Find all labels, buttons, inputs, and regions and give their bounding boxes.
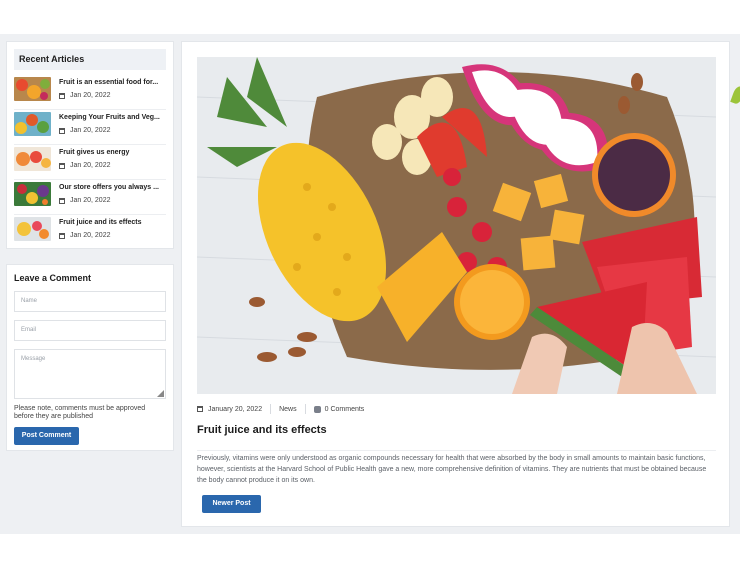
post-hero-image bbox=[197, 57, 716, 394]
calendar-icon bbox=[59, 162, 65, 169]
resize-handle-icon[interactable] bbox=[157, 390, 164, 397]
post-card: January 20, 2022 News 0 Comments Fruit j… bbox=[181, 41, 730, 527]
calendar-icon bbox=[59, 92, 65, 99]
post-date: January 20, 2022 bbox=[208, 405, 263, 413]
fruit-platter-illustration bbox=[197, 57, 716, 394]
calendar-icon bbox=[59, 197, 65, 204]
post-meta: January 20, 2022 News 0 Comments bbox=[197, 404, 364, 414]
comment-icon bbox=[313, 405, 321, 413]
post-title: Fruit juice and its effects bbox=[197, 424, 327, 436]
recent-article-item[interactable]: Fruit is an essential food for... Jan 20… bbox=[14, 75, 166, 110]
recent-article-item[interactable]: Fruit gives us energy Jan 20, 2022 bbox=[14, 145, 166, 180]
recent-article-item[interactable]: Our store offers you always ... Jan 20, … bbox=[14, 180, 166, 215]
recent-article-date: Jan 20, 2022 bbox=[59, 161, 166, 170]
calendar-icon bbox=[59, 127, 65, 134]
comment-form-widget: Leave a Comment Name Email Message Pleas… bbox=[6, 264, 174, 451]
email-field[interactable]: Email bbox=[14, 320, 166, 341]
recent-article-date: Jan 20, 2022 bbox=[59, 231, 166, 240]
bottom-band bbox=[0, 534, 740, 570]
post-category[interactable]: News bbox=[279, 406, 297, 413]
meta-divider bbox=[270, 404, 272, 414]
recent-article-item[interactable]: Fruit juice and its effects Jan 20, 2022 bbox=[14, 215, 166, 250]
recent-articles-list: Fruit is an essential food for... Jan 20… bbox=[14, 75, 166, 250]
recent-article-item[interactable]: Keeping Your Fruits and Veg... Jan 20, 2… bbox=[14, 110, 166, 145]
article-thumbnail[interactable] bbox=[14, 182, 51, 206]
article-thumbnail[interactable] bbox=[14, 112, 51, 136]
article-thumbnail[interactable] bbox=[14, 147, 51, 171]
post-comments-count[interactable]: 0 Comments bbox=[325, 406, 365, 413]
newer-post-button[interactable]: Newer Post bbox=[202, 495, 261, 513]
calendar-icon bbox=[197, 406, 203, 412]
post-body: Previously, vitamins were only understoo… bbox=[197, 450, 716, 486]
recent-articles-widget: Recent Articles Fruit is an essential fo… bbox=[6, 41, 174, 249]
post-comment-button[interactable]: Post Comment bbox=[14, 427, 79, 445]
article-thumbnail[interactable] bbox=[14, 77, 51, 101]
recent-article-date: Jan 20, 2022 bbox=[59, 196, 166, 205]
recent-article-date: Jan 20, 2022 bbox=[59, 91, 166, 100]
message-placeholder: Message bbox=[21, 356, 46, 362]
recent-article-title[interactable]: Keeping Your Fruits and Veg... bbox=[59, 113, 166, 123]
recent-articles-heading: Recent Articles bbox=[14, 49, 166, 70]
comment-form-heading: Leave a Comment bbox=[14, 273, 92, 283]
calendar-icon bbox=[59, 232, 65, 239]
recent-article-title[interactable]: Fruit gives us energy bbox=[59, 148, 166, 158]
article-thumbnail[interactable] bbox=[14, 217, 51, 241]
recent-article-title[interactable]: Fruit juice and its effects bbox=[59, 218, 166, 228]
name-field[interactable]: Name bbox=[14, 291, 166, 312]
recent-article-date: Jan 20, 2022 bbox=[59, 126, 166, 135]
recent-article-title[interactable]: Fruit is an essential food for... bbox=[59, 78, 166, 88]
recent-article-title[interactable]: Our store offers you always ... bbox=[59, 183, 166, 193]
top-band bbox=[0, 0, 740, 34]
approval-note: Please note, comments must be approved b… bbox=[14, 405, 146, 420]
meta-divider bbox=[304, 404, 306, 414]
message-field[interactable]: Message bbox=[14, 349, 166, 399]
